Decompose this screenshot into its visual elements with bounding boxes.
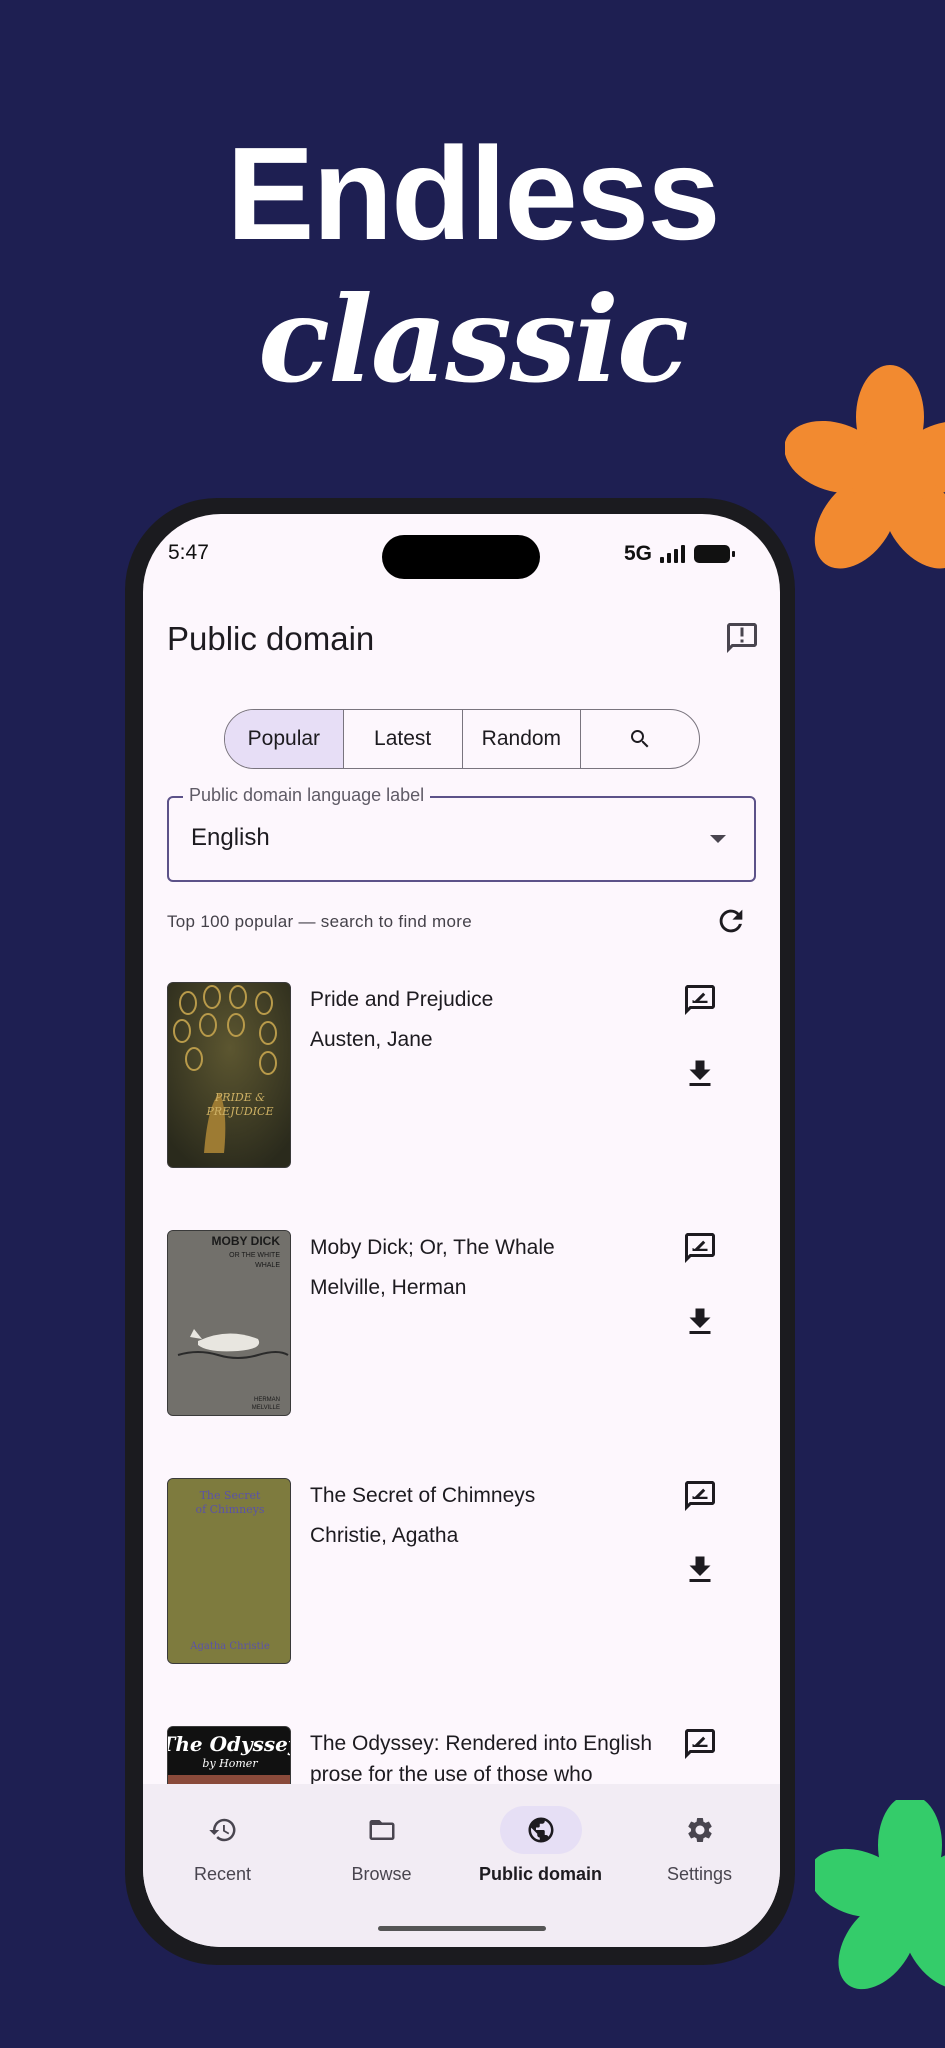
svg-text:by Homer: by Homer	[202, 1757, 258, 1770]
svg-text:The Secret: The Secret	[200, 1489, 261, 1502]
segment-popular[interactable]: Popular	[225, 710, 344, 768]
svg-text:WHALE: WHALE	[255, 1262, 280, 1269]
svg-text:of Chimneys: of Chimneys	[195, 1503, 264, 1516]
nav-label-public-domain: Public domain	[478, 1864, 602, 1884]
download-icon[interactable]	[682, 1056, 718, 1092]
svg-text:HERMAN: HERMAN	[254, 1397, 280, 1403]
segment-random[interactable]: Random	[463, 710, 582, 768]
book-cover: MOBY DICK OR THE WHITE WHALE HERMAN MELV…	[167, 1230, 291, 1416]
svg-text:MELVILLE: MELVILLE	[252, 1405, 280, 1411]
nav-label-recent: Recent	[193, 1864, 252, 1884]
read-online-icon[interactable]	[682, 1726, 718, 1762]
feedback-icon[interactable]	[724, 620, 760, 656]
nav-item-public-domain[interactable]: Public domain	[461, 1784, 620, 1894]
book-author: Austen, Jane	[310, 1028, 433, 1051]
svg-text:The Odyssey: The Odyssey	[168, 1732, 291, 1756]
book-author: Melville, Herman	[310, 1276, 467, 1299]
svg-text:MOBY DICK: MOBY DICK	[212, 1234, 281, 1248]
book-title: Moby Dick; Or, The Whale	[310, 1236, 555, 1259]
signal-icon	[660, 545, 685, 563]
status-indicators: 5G	[624, 542, 736, 566]
download-icon[interactable]	[682, 1552, 718, 1588]
svg-text:PREJUDICE: PREJUDICE	[205, 1105, 273, 1118]
cover-title-text: PRIDE &	[214, 1091, 265, 1104]
bottom-navigation: Recent Browse Public domain Settings	[143, 1784, 780, 1947]
network-label: 5G	[623, 542, 652, 565]
book-author: Christie, Agatha	[310, 1524, 459, 1547]
download-icon[interactable]	[682, 1304, 718, 1340]
book-cover: PRIDE & PREJUDICE	[167, 982, 291, 1168]
book-item[interactable]: MOBY DICK OR THE WHITE WHALE HERMAN MELV…	[167, 1230, 756, 1420]
sort-segmented-control: Popular Latest Random	[224, 709, 700, 769]
language-dropdown-label: Public domain language label	[183, 785, 431, 806]
nav-label-settings: Settings	[666, 1864, 733, 1884]
segment-search[interactable]	[581, 710, 699, 768]
home-indicator[interactable]	[378, 1926, 546, 1931]
info-text: Top 100 popular — search to find more	[167, 912, 472, 931]
read-online-icon[interactable]	[682, 982, 718, 1018]
page-title: Public domain	[167, 620, 375, 657]
book-cover: The Secret of Chimneys Agatha Christie	[167, 1478, 291, 1664]
book-title: The Odyssey: Rendered into English prose…	[310, 1732, 653, 1786]
read-online-icon[interactable]	[682, 1230, 718, 1266]
language-dropdown[interactable]: Public domain language label English	[167, 785, 756, 882]
search-icon	[631, 730, 649, 748]
nav-label-browse: Browse	[351, 1864, 412, 1884]
nav-item-settings[interactable]: Settings	[620, 1784, 779, 1894]
phone-screen: 5:47 5G Public domain Popular Latest Ran…	[143, 514, 780, 1947]
folder-icon	[369, 1820, 395, 1840]
language-dropdown-value: English	[191, 824, 270, 851]
status-time: 5:47	[168, 541, 209, 564]
read-online-icon[interactable]	[682, 1478, 718, 1514]
green-flower-decoration	[815, 1800, 945, 1990]
svg-text:Agatha Christie: Agatha Christie	[189, 1641, 270, 1652]
globe-icon	[528, 1817, 554, 1843]
nav-item-recent[interactable]: Recent	[143, 1784, 302, 1894]
book-title: Pride and Prejudice	[310, 988, 494, 1011]
book-item[interactable]: The Secret of Chimneys Agatha Christie T…	[167, 1478, 756, 1668]
segment-latest[interactable]: Latest	[344, 710, 463, 768]
nav-item-browse[interactable]: Browse	[302, 1784, 461, 1894]
book-title: The Secret of Chimneys	[310, 1484, 536, 1507]
headline-title: Endless	[226, 120, 720, 267]
dynamic-island	[382, 535, 540, 579]
history-icon	[209, 1818, 236, 1842]
svg-text:OR THE WHITE: OR THE WHITE	[229, 1252, 280, 1259]
book-item[interactable]: PRIDE & PREJUDICE Pride and Prejudice Au…	[167, 982, 756, 1172]
battery-icon	[694, 545, 735, 563]
refresh-icon[interactable]	[714, 904, 748, 938]
dropdown-arrow-icon	[710, 835, 726, 843]
orange-flower-decoration	[785, 365, 945, 569]
gear-icon	[688, 1818, 712, 1842]
